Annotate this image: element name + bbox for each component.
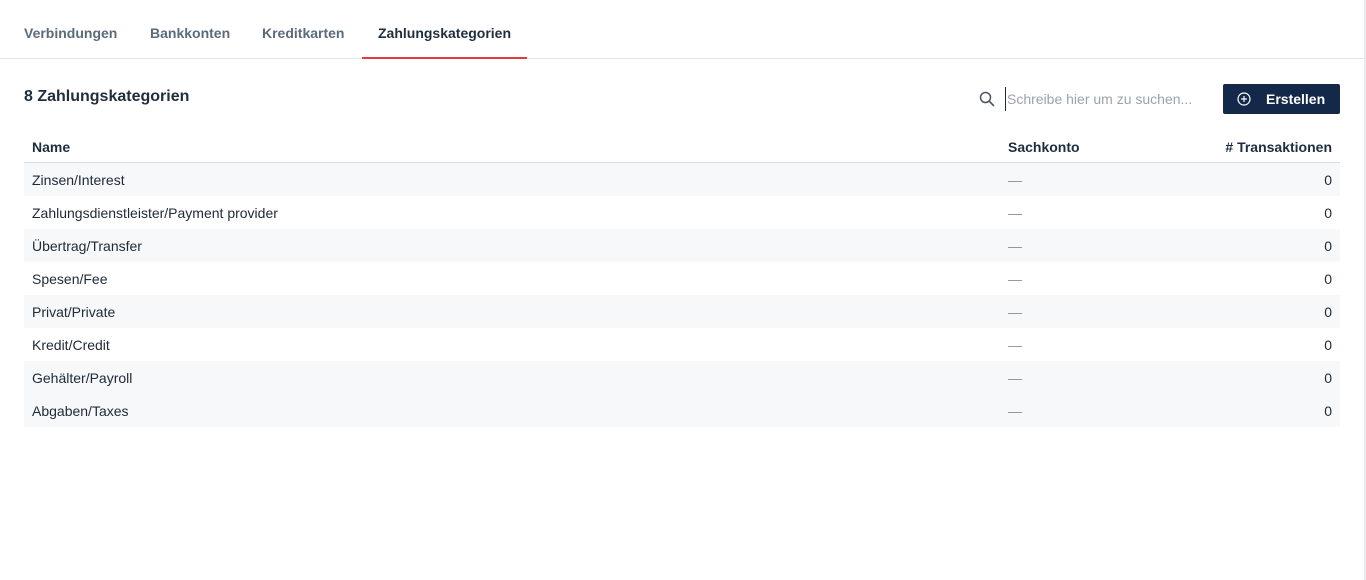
create-button[interactable]: Erstellen xyxy=(1223,84,1340,114)
table-row[interactable]: Gehälter/Payroll — 0 xyxy=(24,361,1340,394)
cell-name: Zinsen/Interest xyxy=(32,172,125,188)
table-header: Name Sachkonto # Transaktionen xyxy=(24,131,1340,163)
tab-zahlungskategorien[interactable]: Zahlungskategorien xyxy=(362,0,528,59)
cell-name: Kredit/Credit xyxy=(32,337,110,353)
table-row[interactable]: Übertrag/Transfer — 0 xyxy=(24,229,1340,262)
cell-name: Gehälter/Payroll xyxy=(32,370,133,386)
cell-transactions: 0 xyxy=(1324,304,1332,320)
cell-account: — xyxy=(1008,172,1022,188)
cell-name: Übertrag/Transfer xyxy=(32,238,142,254)
table-row[interactable]: Zinsen/Interest — 0 xyxy=(24,163,1340,196)
search-input[interactable] xyxy=(1005,87,1207,111)
column-header-name[interactable]: Name xyxy=(32,139,70,155)
cell-transactions: 0 xyxy=(1324,337,1332,353)
table-row[interactable]: Zahlungsdienstleister/Payment provider —… xyxy=(24,196,1340,229)
cell-account: — xyxy=(1008,337,1022,353)
categories-table: Name Sachkonto # Transaktionen Zinsen/In… xyxy=(24,131,1340,427)
page-title: 8 Zahlungskategorien xyxy=(24,88,190,105)
column-header-transactions[interactable]: # Transaktionen xyxy=(1225,139,1332,155)
create-button-label: Erstellen xyxy=(1266,91,1326,107)
cell-transactions: 0 xyxy=(1324,271,1332,287)
cell-account: — xyxy=(1008,370,1022,386)
cell-account: — xyxy=(1008,238,1022,254)
list-header: 8 Zahlungskategorien Erstellen xyxy=(24,84,1340,114)
cell-account: — xyxy=(1008,304,1022,320)
search-box xyxy=(979,84,1209,114)
table-row[interactable]: Spesen/Fee — 0 xyxy=(24,262,1340,295)
cell-transactions: 0 xyxy=(1324,370,1332,386)
table-row[interactable]: Abgaben/Taxes — 0 xyxy=(24,394,1340,427)
tab-kreditkarten[interactable]: Kreditkarten xyxy=(262,0,344,59)
page: Verbindungen Bankkonten Kreditkarten Zah… xyxy=(0,0,1366,580)
cell-name: Privat/Private xyxy=(32,304,116,320)
tab-verbindungen[interactable]: Verbindungen xyxy=(24,0,117,59)
search-icon xyxy=(979,91,995,107)
cell-name: Abgaben/Taxes xyxy=(32,403,129,419)
cell-transactions: 0 xyxy=(1324,403,1332,419)
cell-name: Zahlungsdienstleister/Payment provider xyxy=(32,205,278,221)
cell-transactions: 0 xyxy=(1324,172,1332,188)
table-row[interactable]: Privat/Private — 0 xyxy=(24,295,1340,328)
cell-transactions: 0 xyxy=(1324,238,1332,254)
tab-bankkonten[interactable]: Bankkonten xyxy=(150,0,230,59)
plus-circle-icon xyxy=(1237,92,1251,106)
cell-name: Spesen/Fee xyxy=(32,271,108,287)
tab-bar: Verbindungen Bankkonten Kreditkarten Zah… xyxy=(0,0,1364,59)
cell-account: — xyxy=(1008,205,1022,221)
cell-transactions: 0 xyxy=(1324,205,1332,221)
cell-account: — xyxy=(1008,403,1022,419)
column-header-account[interactable]: Sachkonto xyxy=(1008,139,1080,155)
table-row[interactable]: Kredit/Credit — 0 xyxy=(24,328,1340,361)
cell-account: — xyxy=(1008,271,1022,287)
